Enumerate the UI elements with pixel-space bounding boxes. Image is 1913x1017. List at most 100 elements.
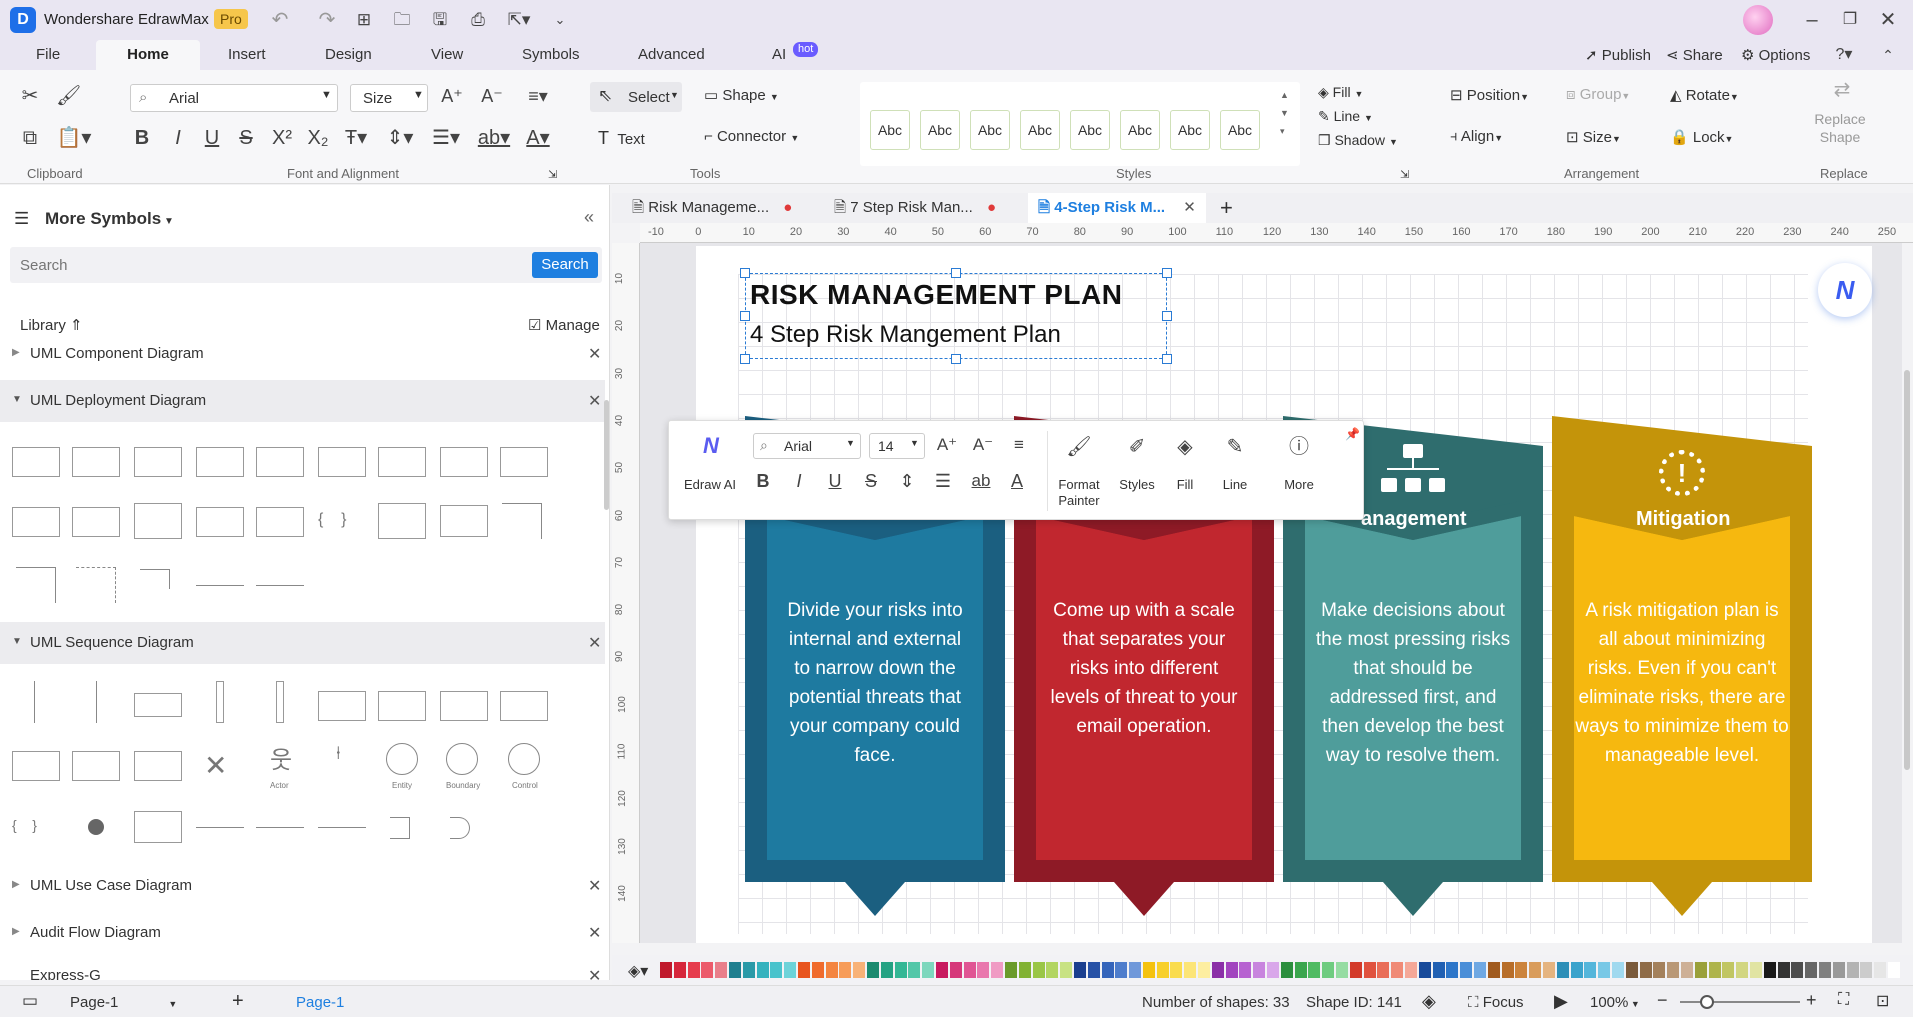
color-swatch[interactable] bbox=[1598, 962, 1611, 978]
uml-component-shape[interactable] bbox=[196, 447, 244, 477]
color-swatch[interactable] bbox=[673, 962, 686, 978]
color-swatch[interactable] bbox=[1487, 962, 1500, 978]
search-input[interactable] bbox=[10, 247, 530, 283]
uml-constraint-shape[interactable]: { } bbox=[318, 511, 346, 529]
color-swatch[interactable] bbox=[1680, 962, 1693, 978]
uml-reply-shape[interactable] bbox=[256, 827, 304, 828]
shadow-button[interactable]: ❒ Shadow ▼ bbox=[1318, 132, 1398, 149]
color-swatch[interactable] bbox=[1846, 962, 1859, 978]
font-family-select[interactable]: ⌕ Arial ▼ bbox=[130, 84, 338, 112]
restore-icon[interactable]: ❐ bbox=[1838, 8, 1862, 32]
color-swatch[interactable] bbox=[991, 962, 1004, 978]
remove-library-icon[interactable]: ✕ bbox=[588, 391, 601, 411]
color-swatch[interactable] bbox=[1791, 962, 1804, 978]
uml-message-shape[interactable] bbox=[318, 827, 366, 828]
color-swatch[interactable] bbox=[1708, 962, 1721, 978]
style-swatch[interactable]: Abc bbox=[920, 110, 960, 150]
fit-page-icon[interactable]: ⛶ bbox=[1838, 991, 1849, 1009]
color-swatch[interactable] bbox=[1018, 962, 1031, 978]
uml-destroy-icon[interactable]: ✕ bbox=[204, 749, 227, 782]
color-swatch[interactable] bbox=[839, 962, 852, 978]
color-swatch[interactable] bbox=[1694, 962, 1707, 978]
text-tool[interactable]: T Text bbox=[598, 128, 645, 149]
color-swatch[interactable] bbox=[742, 962, 755, 978]
color-swatch[interactable] bbox=[1763, 962, 1776, 978]
color-swatch[interactable] bbox=[866, 962, 879, 978]
options-button[interactable]: ⚙ Options bbox=[1741, 46, 1810, 64]
shape-tool[interactable]: ▭ Shape ▼ bbox=[704, 86, 779, 104]
color-swatch[interactable] bbox=[1474, 962, 1487, 978]
highlight-icon[interactable]: ab▾ bbox=[474, 126, 514, 150]
font-color-icon[interactable]: A bbox=[1005, 469, 1029, 493]
font-color-icon[interactable]: A▾ bbox=[520, 126, 556, 150]
color-swatch[interactable] bbox=[1391, 962, 1404, 978]
color-swatch[interactable] bbox=[1170, 962, 1183, 978]
float-size-select[interactable]: 14 ▼ bbox=[869, 433, 925, 459]
edraw-ai-icon[interactable]: N bbox=[691, 433, 731, 459]
library-label[interactable]: Library ⇑ bbox=[20, 316, 83, 334]
uml-entity-icon[interactable] bbox=[386, 743, 418, 775]
uml-object-shape[interactable] bbox=[72, 447, 120, 477]
uml-connector-shape[interactable] bbox=[16, 567, 56, 603]
paste-icon[interactable]: 📋▾ bbox=[56, 126, 92, 150]
color-swatch[interactable] bbox=[1349, 962, 1362, 978]
uml-initial-node-icon[interactable] bbox=[88, 819, 104, 835]
tab-design[interactable]: Design bbox=[325, 40, 372, 70]
color-swatch[interactable] bbox=[1515, 962, 1528, 978]
minimize-icon[interactable]: – bbox=[1800, 8, 1824, 32]
color-swatch[interactable] bbox=[922, 962, 935, 978]
uml-message-shape[interactable] bbox=[196, 827, 244, 828]
color-swatch[interactable] bbox=[811, 962, 824, 978]
uml-association-shape[interactable] bbox=[256, 585, 304, 586]
align-icon[interactable]: ≡ bbox=[1007, 433, 1031, 457]
tab-view[interactable]: View bbox=[431, 40, 463, 70]
color-swatch[interactable] bbox=[1336, 962, 1349, 978]
connector-tool[interactable]: ⌐ Connector ▼ bbox=[704, 128, 799, 145]
float-font-select[interactable]: ⌕ Arial ▼ bbox=[753, 433, 861, 459]
color-swatch[interactable] bbox=[1501, 962, 1514, 978]
line-button[interactable]: ✎ Line ▼ bbox=[1318, 108, 1373, 125]
fill-picker-icon[interactable]: ◈▾ bbox=[628, 961, 648, 981]
uml-note-shape[interactable] bbox=[378, 503, 426, 539]
doc-tab-1[interactable]: 🗎 Risk Manageme... ● bbox=[632, 193, 792, 223]
uml-note-shape[interactable] bbox=[134, 811, 182, 843]
save-icon[interactable]: 🖫 bbox=[428, 8, 452, 32]
style-swatch[interactable]: Abc bbox=[1120, 110, 1160, 150]
color-swatch[interactable] bbox=[1874, 962, 1887, 978]
format-painter-icon[interactable]: 🖌 bbox=[1059, 435, 1099, 459]
v-scrollbar[interactable] bbox=[1904, 370, 1910, 770]
strikethrough-icon[interactable]: S bbox=[234, 126, 258, 150]
color-swatch[interactable] bbox=[1653, 962, 1666, 978]
color-swatch[interactable] bbox=[1805, 962, 1818, 978]
close-window-icon[interactable]: ✕ bbox=[1876, 8, 1900, 32]
remove-library-icon[interactable]: ✕ bbox=[588, 966, 601, 980]
color-swatch[interactable] bbox=[770, 962, 783, 978]
format-brush-icon[interactable]: 🖌 bbox=[56, 84, 81, 108]
uml-actor-icon[interactable]: 웃 bbox=[270, 740, 292, 775]
color-swatch[interactable] bbox=[1225, 962, 1238, 978]
color-swatch[interactable] bbox=[797, 962, 810, 978]
color-swatch[interactable] bbox=[1156, 962, 1169, 978]
more-button[interactable]: More bbox=[1279, 477, 1319, 492]
customize-toolbar-icon[interactable]: ⌄ bbox=[550, 8, 570, 32]
uml-artifact-shape[interactable] bbox=[440, 447, 488, 477]
color-swatch[interactable] bbox=[1032, 962, 1045, 978]
color-swatch[interactable] bbox=[1142, 962, 1155, 978]
color-swatch[interactable] bbox=[1073, 962, 1086, 978]
resize-handle[interactable] bbox=[1162, 268, 1172, 278]
uml-line-shape[interactable] bbox=[502, 503, 542, 539]
resize-handle[interactable] bbox=[1162, 354, 1172, 364]
color-swatch[interactable] bbox=[1777, 962, 1790, 978]
uml-deployment-spec-shape[interactable] bbox=[256, 507, 304, 537]
color-swatch[interactable] bbox=[894, 962, 907, 978]
color-swatch[interactable] bbox=[1046, 962, 1059, 978]
ai-assistant-icon[interactable]: N bbox=[1818, 263, 1872, 317]
paint-bucket-icon[interactable]: ◈ bbox=[1165, 435, 1205, 459]
uml-fragment-shape[interactable] bbox=[12, 751, 60, 781]
color-swatch[interactable] bbox=[1253, 962, 1266, 978]
focus-button[interactable]: ⛶ Focus bbox=[1468, 994, 1524, 1011]
color-swatch[interactable] bbox=[1087, 962, 1100, 978]
style-swatch[interactable]: Abc bbox=[1220, 110, 1260, 150]
group-button[interactable]: ⧈ Group▼ bbox=[1566, 86, 1630, 103]
uml-node-shape[interactable] bbox=[12, 507, 60, 537]
